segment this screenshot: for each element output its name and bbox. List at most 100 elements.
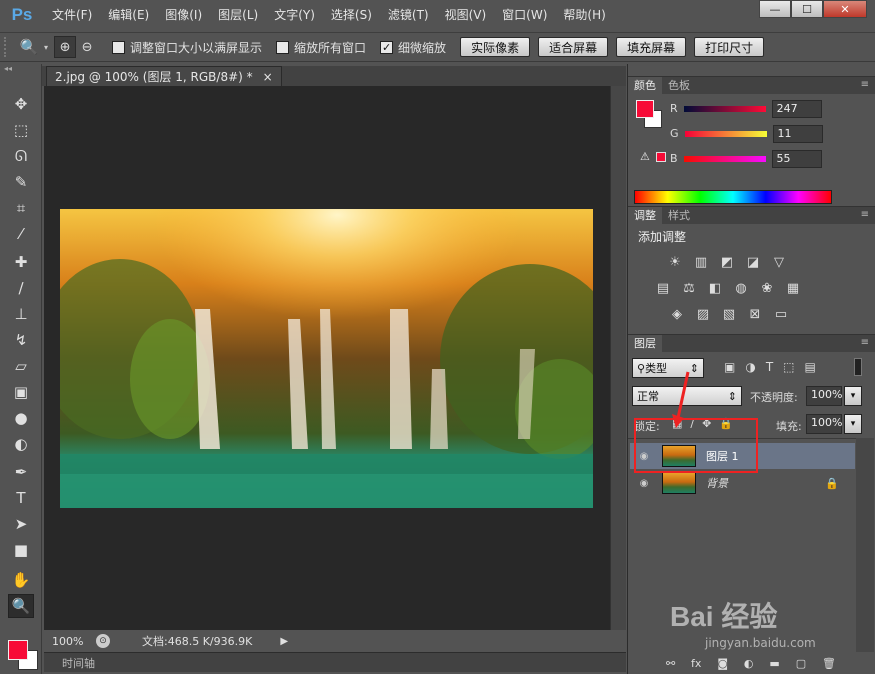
vibrance-icon[interactable]: ▽: [770, 255, 788, 271]
tab-color[interactable]: 颜色: [628, 77, 662, 94]
color-balance-icon[interactable]: ⚖: [680, 281, 698, 297]
layer-name[interactable]: 背景: [706, 475, 728, 491]
gamut-warning-icon[interactable]: ⚠: [640, 150, 650, 163]
color-lookup-icon[interactable]: ▦: [784, 281, 802, 297]
filter-type-icon[interactable]: T: [766, 360, 773, 374]
lasso-tool-icon[interactable]: ᘏ: [8, 144, 34, 168]
checkbox-icon[interactable]: [276, 40, 290, 54]
fill-value[interactable]: 100%: [806, 414, 842, 434]
filter-pixel-icon[interactable]: ▣: [724, 360, 735, 374]
history-brush-tool-icon[interactable]: ↯: [8, 328, 34, 352]
zoom-tool-icon[interactable]: 🔍: [8, 594, 34, 618]
quick-select-tool-icon[interactable]: ✎: [8, 170, 34, 194]
rectangle-tool-icon[interactable]: ■: [8, 538, 34, 562]
menu-help[interactable]: 帮助(H): [555, 0, 613, 30]
panel-menu-icon[interactable]: ≡: [861, 209, 869, 220]
timeline-label[interactable]: 时间轴: [62, 655, 95, 671]
invert-icon[interactable]: ◈: [668, 307, 686, 323]
resize-windows-checkbox[interactable]: 调整窗口大小以满屏显示: [112, 39, 262, 56]
type-tool-icon[interactable]: T: [8, 486, 34, 510]
posterize-icon[interactable]: ▨: [694, 307, 712, 323]
mask-icon[interactable]: ◙: [717, 657, 728, 670]
color-ramp[interactable]: [634, 190, 832, 204]
brush-tool-icon[interactable]: ∕: [8, 276, 34, 300]
menu-edit[interactable]: 编辑(E): [100, 0, 157, 30]
fill-dropdown-icon[interactable]: ▾: [844, 414, 862, 434]
hue-sat-icon[interactable]: ▤: [654, 281, 672, 297]
adjustment-layer-icon[interactable]: ◐: [744, 657, 754, 670]
healing-brush-tool-icon[interactable]: ✚: [8, 250, 34, 274]
menu-window[interactable]: 窗口(W): [494, 0, 555, 30]
eyedropper-tool-icon[interactable]: ⁄: [8, 222, 34, 246]
gradient-tool-icon[interactable]: ▣: [8, 380, 34, 404]
r-slider[interactable]: [683, 105, 766, 112]
b-slider[interactable]: [683, 155, 766, 162]
menu-select[interactable]: 选择(S): [323, 0, 380, 30]
checkmark-icon[interactable]: ✓: [380, 40, 394, 54]
path-selection-tool-icon[interactable]: ➤: [8, 512, 34, 536]
new-layer-icon[interactable]: ▢: [796, 657, 806, 670]
trash-icon[interactable]: 🗑: [822, 657, 836, 670]
zoom-in-icon[interactable]: ⊕: [54, 36, 77, 58]
eraser-tool-icon[interactable]: ▱: [8, 354, 34, 378]
filter-shape-icon[interactable]: ⬚: [783, 360, 794, 374]
crop-tool-icon[interactable]: ⌗: [8, 196, 34, 220]
panel-menu-icon[interactable]: ≡: [861, 79, 869, 90]
g-slider[interactable]: [684, 130, 767, 137]
zoom-tool-preset-icon[interactable]: 🔍: [14, 38, 44, 56]
actual-pixels-button[interactable]: 实际像素: [460, 37, 531, 57]
checkbox-icon[interactable]: [112, 40, 126, 54]
gradient-map-icon[interactable]: ▭: [772, 307, 790, 323]
waterfall-photo[interactable]: [60, 209, 593, 508]
clone-stamp-tool-icon[interactable]: ⊥: [8, 302, 34, 326]
preset-dropdown-icon[interactable]: ▾: [44, 43, 48, 52]
status-menu-arrow-icon[interactable]: ▶: [280, 636, 288, 647]
menu-view[interactable]: 视图(V): [437, 0, 495, 30]
b-value[interactable]: 55: [771, 149, 822, 168]
tab-close-icon[interactable]: ×: [263, 70, 273, 84]
blur-tool-icon[interactable]: ●: [8, 406, 34, 430]
menu-file[interactable]: 文件(F): [44, 0, 100, 30]
tab-layers[interactable]: 图层: [628, 335, 662, 352]
menu-image[interactable]: 图像(I): [157, 0, 210, 30]
print-size-button[interactable]: 打印尺寸: [694, 37, 765, 57]
tab-styles[interactable]: 样式: [662, 207, 696, 224]
filter-smart-icon[interactable]: ▤: [805, 360, 816, 374]
threshold-icon[interactable]: ▧: [720, 307, 738, 323]
filter-adjust-icon[interactable]: ◑: [745, 360, 755, 374]
move-tool-icon[interactable]: ✥: [8, 92, 34, 116]
menu-type[interactable]: 文字(Y): [266, 0, 323, 30]
curves-icon[interactable]: ◩: [718, 255, 736, 271]
menu-layer[interactable]: 图层(L): [210, 0, 266, 30]
color-fg-swatch[interactable]: [636, 100, 654, 118]
levels-icon[interactable]: ▥: [692, 255, 710, 271]
panel-menu-icon[interactable]: ≡: [861, 337, 869, 348]
tools-collapse-icon[interactable]: ◂◂: [0, 64, 41, 74]
options-grip[interactable]: [4, 37, 14, 57]
brightness-icon[interactable]: ☀: [666, 255, 684, 271]
g-value[interactable]: 11: [772, 124, 823, 143]
fill-screen-button[interactable]: 填充屏幕: [616, 37, 687, 57]
menu-filter[interactable]: 滤镜(T): [380, 0, 437, 30]
layer-row[interactable]: ◉ 背景 🔒: [630, 470, 855, 496]
opacity-value[interactable]: 100%: [806, 386, 842, 406]
hand-tool-icon[interactable]: ✋: [8, 568, 34, 592]
canvas-scrollbar[interactable]: [610, 86, 626, 630]
photo-filter-icon[interactable]: ◍: [732, 281, 750, 297]
gamut-color-swatch[interactable]: [656, 152, 666, 162]
group-icon[interactable]: ▬: [769, 657, 779, 670]
tab-swatches[interactable]: 色板: [662, 77, 696, 94]
link-icon[interactable]: ⚯: [666, 657, 675, 670]
marquee-tool-icon[interactable]: ⬚: [8, 118, 34, 142]
foreground-color-swatch[interactable]: [8, 640, 28, 660]
fit-screen-button[interactable]: 适合屏幕: [538, 37, 609, 57]
zoom-level[interactable]: 100%: [44, 635, 94, 648]
pen-tool-icon[interactable]: ✒: [8, 460, 34, 484]
close-window-button[interactable]: ✕: [823, 0, 867, 18]
opacity-dropdown-icon[interactable]: ▾: [844, 386, 862, 406]
r-value[interactable]: 247: [771, 99, 822, 118]
minimize-button[interactable]: —: [759, 0, 791, 18]
channel-mixer-icon[interactable]: ❀: [758, 281, 776, 297]
eye-icon[interactable]: ◉: [636, 475, 652, 491]
zoom-out-icon[interactable]: ⊖: [76, 36, 98, 58]
